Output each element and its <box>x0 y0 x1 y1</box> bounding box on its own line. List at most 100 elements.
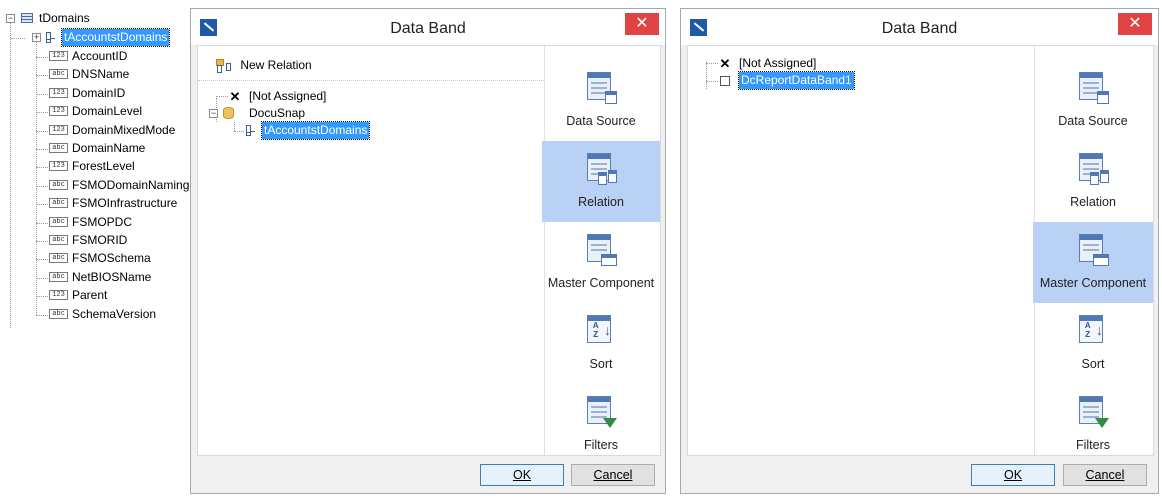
data-band-dialog-relation: Data Band ✕ New Relation ✕ [Not Assigned… <box>190 8 666 494</box>
tree-item-label: tAccountstDomains <box>260 121 371 140</box>
dialog-footer: OK Cancel <box>681 454 1158 493</box>
field-type-icon: abc <box>49 216 68 227</box>
dialog-content: ✕ [Not Assigned] DcReportDataBand1 Data … <box>687 45 1154 456</box>
side-button-label: Data Source <box>1058 114 1128 128</box>
tree-connector <box>234 122 235 131</box>
tree-connector <box>36 277 48 279</box>
tree-item-label: DocuSnap <box>249 106 306 120</box>
filter-icon <box>1077 396 1109 428</box>
field-type-icon: abc <box>49 198 68 209</box>
tree-connector <box>36 314 48 316</box>
tree-connector <box>706 62 707 89</box>
field-type-icon: abc <box>49 179 68 190</box>
field-name: AccountID <box>72 49 128 63</box>
side-button-filters[interactable]: Filters <box>542 384 660 465</box>
field-type-icon: abc <box>49 69 68 80</box>
field-type-icon: abc <box>49 271 68 282</box>
filter-icon <box>585 396 617 428</box>
relation-icon <box>46 32 60 43</box>
side-button-label: Sort <box>1081 357 1105 371</box>
cancel-button[interactable]: Cancel <box>571 464 655 486</box>
side-panel: Data Source Relation Master Component A … <box>1033 46 1153 455</box>
tree-connector <box>216 96 228 97</box>
side-button-relation[interactable]: Relation <box>542 141 660 222</box>
data-source-icon <box>1077 72 1109 104</box>
tree-item-label: DcReportDataBand1 <box>738 71 855 90</box>
field-type-icon: abc <box>49 253 68 264</box>
ok-label: OK <box>1003 468 1023 482</box>
tree-node-label: tDomains <box>39 11 90 25</box>
field-name: FSMORID <box>72 233 128 247</box>
tree-connector <box>36 185 48 187</box>
tree-connector <box>706 63 718 64</box>
side-panel: Data Source Relation Master Component A … <box>542 46 660 455</box>
side-button-master-component[interactable]: Master Component <box>542 222 660 303</box>
expand-icon[interactable]: + <box>32 33 41 42</box>
side-button-label: Relation <box>578 195 624 209</box>
not-assigned-icon: ✕ <box>719 56 731 71</box>
new-relation-icon <box>216 58 234 73</box>
side-button-filters[interactable]: Filters <box>1033 384 1153 465</box>
new-relation-button[interactable]: New Relation <box>216 58 312 73</box>
collapse-icon[interactable]: − <box>6 14 15 23</box>
field-name: FSMODomainNaming <box>72 177 190 192</box>
title-bar[interactable]: Data Band ✕ <box>681 9 1158 45</box>
field-name: NetBIOSName <box>72 269 152 284</box>
tree-connector <box>36 40 37 315</box>
tree-connector <box>11 38 25 39</box>
data-tree-pane: New Relation ✕ [Not Assigned] − DocuSnap… <box>198 46 545 455</box>
side-button-data-source[interactable]: Data Source <box>1033 60 1153 141</box>
not-assigned-icon: ✕ <box>229 89 241 104</box>
field-name: ForestLevel <box>72 159 135 174</box>
field-name: DNSName <box>72 67 130 82</box>
field-type-icon: 123 <box>49 87 68 98</box>
tree-connector <box>36 222 48 224</box>
field-name: DomainLevel <box>72 104 143 119</box>
tree-connector <box>36 75 48 77</box>
side-button-data-source[interactable]: Data Source <box>542 60 660 141</box>
tree-connector <box>36 149 48 150</box>
field-type-icon: 123 <box>49 51 68 61</box>
side-button-label: Master Component <box>1039 276 1147 290</box>
tree-connector <box>36 296 48 298</box>
tree-connector <box>706 81 718 82</box>
tree-connector <box>234 131 244 132</box>
dialog-title: Data Band <box>390 20 466 37</box>
ok-button[interactable]: OK <box>480 464 564 486</box>
field-type-icon: 123 <box>49 161 68 172</box>
cancel-button[interactable]: Cancel <box>1063 464 1147 486</box>
tree-connector <box>36 259 48 261</box>
new-relation-label: New Relation <box>240 58 312 72</box>
dialog-footer: OK Cancel <box>191 454 665 493</box>
table-icon <box>21 13 33 23</box>
ok-label: OK <box>512 468 532 482</box>
side-button-sort[interactable]: AZ ↓ Sort <box>1033 303 1153 384</box>
side-button-label: Filters <box>583 438 619 452</box>
master-component-icon <box>1077 234 1109 266</box>
field-name: FSMOSchema <box>72 251 151 266</box>
title-bar[interactable]: Data Band ✕ <box>191 9 665 45</box>
field-type-icon: abc <box>49 235 68 245</box>
relation-icon <box>585 153 617 185</box>
cancel-label: Cancel <box>1085 468 1125 482</box>
field-type-icon: 123 <box>49 290 68 301</box>
ok-button[interactable]: OK <box>971 464 1055 486</box>
collapse-icon[interactable]: − <box>209 109 218 118</box>
toolbar: New Relation <box>198 46 544 81</box>
side-button-sort[interactable]: AZ ↓ Sort <box>542 303 660 384</box>
tree-connector <box>36 241 48 242</box>
close-button[interactable]: ✕ <box>1118 13 1152 35</box>
tree-connector <box>36 167 48 169</box>
side-button-master-component[interactable]: Master Component <box>1033 222 1153 303</box>
side-button-relation[interactable]: Relation <box>1033 141 1153 222</box>
field-name: Parent <box>72 288 108 303</box>
data-source-icon <box>585 72 617 104</box>
field-name: FSMOInfrastructure <box>72 196 178 211</box>
schema-tree: − tDomains + tAccountstDomains 123 Accoun… <box>6 10 190 330</box>
sort-icon: AZ ↓ <box>585 315 617 347</box>
close-button[interactable]: ✕ <box>625 13 659 35</box>
cancel-label: Cancel <box>593 468 633 482</box>
field-name: SchemaVersion <box>72 306 157 321</box>
dialog-title: Data Band <box>881 20 958 37</box>
data-band-icon <box>720 76 730 86</box>
